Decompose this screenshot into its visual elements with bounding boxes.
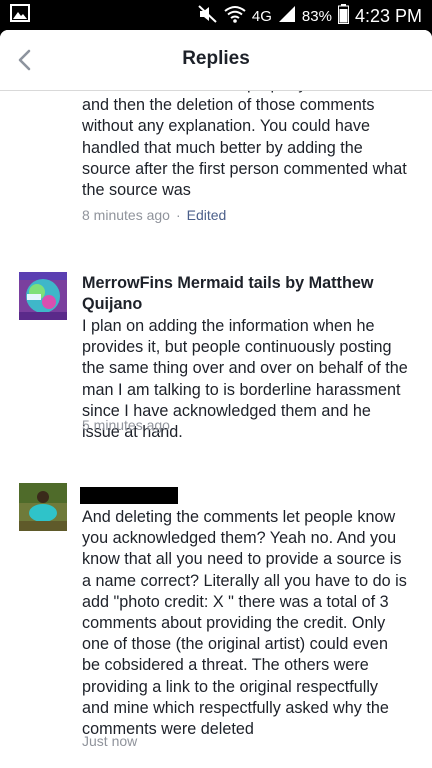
wifi-icon — [224, 5, 246, 28]
comment-text: use of someone else's property without c… — [82, 91, 407, 200]
status-bar: 4G 83% 4:23 PM — [0, 0, 432, 28]
gallery-notification-icon — [10, 4, 30, 27]
avatar[interactable] — [19, 272, 67, 320]
clock: 4:23 PM — [354, 6, 422, 26]
comment-timestamp: 8 minutes ago — [82, 207, 170, 223]
comment-meta: 8 minutes ago · Edited — [82, 207, 226, 223]
network-type: 4G — [251, 8, 272, 25]
meta-separator: · — [175, 207, 181, 223]
battery-icon — [337, 4, 349, 29]
comment-text: And deleting the comments let people kno… — [82, 508, 407, 739]
mute-icon — [198, 5, 218, 28]
comment-author[interactable]: MerrowFins Mermaid tails by Matthew Quij… — [82, 273, 408, 315]
replies-sheet: Replies use of someone else's property w… — [0, 30, 432, 768]
signal-icon — [278, 5, 296, 28]
battery-percent: 83% — [301, 8, 332, 25]
edited-link[interactable]: Edited — [187, 207, 227, 223]
comment-timestamp: 5 minutes ago — [82, 417, 170, 433]
replies-list: use of someone else's property without c… — [0, 91, 432, 768]
comment-timestamp: Just now — [82, 733, 138, 749]
header: Replies — [0, 30, 432, 91]
avatar[interactable] — [19, 483, 67, 531]
page-title: Replies — [182, 48, 250, 69]
redacted-author — [80, 487, 178, 504]
